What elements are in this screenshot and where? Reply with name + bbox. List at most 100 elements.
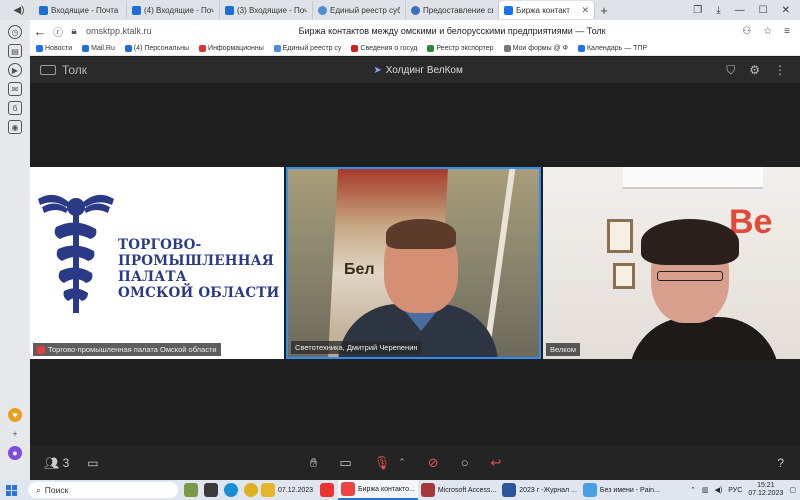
taskbar-item[interactable]: Microsoft Access...	[418, 480, 499, 500]
chrome-browser-icon[interactable]	[244, 483, 258, 497]
tray-chevron-icon[interactable]: ⌃	[690, 486, 696, 494]
bookmark-item[interactable]: Mail.Ru	[82, 45, 115, 52]
settings-gear-icon[interactable]: ⚙	[749, 63, 760, 78]
notes-icon[interactable]: б	[8, 101, 22, 115]
windows-start-icon[interactable]	[0, 480, 22, 500]
bookmarks-icon[interactable]: ▤	[8, 44, 22, 58]
browser-tab[interactable]: (4) Входящие - Почт	[127, 1, 220, 19]
browser-tab[interactable]: Предоставление све	[406, 1, 499, 19]
lock-icon[interactable]: 🔒︎	[66, 26, 82, 37]
participant-tile-active-speaker[interactable]: Бел Светотехника, Дмитрий Черепенин	[286, 167, 541, 359]
access-icon	[420, 483, 435, 497]
conference-header: Толк ➤ Холдинг ВелКом ⛉ ⚙ ⋮	[30, 57, 800, 83]
tab-label: Единый реестр субъ	[330, 5, 400, 15]
participant-name-label: Торгово-промышленная палата Омской облас…	[33, 343, 221, 356]
paint-icon	[582, 483, 597, 497]
task-view-icon[interactable]	[204, 483, 218, 497]
folder-icon	[261, 483, 275, 497]
download-icon[interactable]: ⤓	[716, 5, 720, 16]
taskbar-item[interactable]: Без имени - Pain...	[580, 480, 663, 500]
edge-browser-icon[interactable]	[224, 483, 238, 497]
bookmark-star-icon[interactable]: ☆	[763, 26, 772, 37]
news-widget-icon[interactable]	[184, 483, 198, 497]
bookmark-item[interactable]: (4) Персональны	[124, 45, 189, 52]
play-icon[interactable]: ▶	[8, 63, 22, 77]
chat-bubble-icon[interactable]: ▭	[87, 456, 98, 470]
bookmark-item[interactable]: Календарь — ТПР	[577, 45, 647, 52]
video-conference-app: Толк ➤ Холдинг ВелКом ⛉ ⚙ ⋮ ТОРГОВО- ПРО…	[30, 57, 800, 480]
new-tab-button[interactable]: +	[595, 3, 613, 18]
network-icon[interactable]: ▥	[702, 486, 709, 494]
participant-tile[interactable]: Be Велком	[543, 167, 800, 359]
alice-assistant-icon[interactable]: ●	[8, 446, 22, 460]
system-tray: ⌃ ▥ ◀) РУС 15:21 07.12.2023 ▢	[690, 480, 796, 500]
close-window-icon[interactable]: ✕	[782, 5, 790, 16]
bookmark-item[interactable]: Мои формы @ Ф	[503, 45, 568, 52]
mail-favicon-icon	[39, 5, 48, 15]
bookmark-item[interactable]: Новости	[36, 45, 72, 52]
tab-label: (4) Входящие - Почт	[144, 5, 214, 15]
close-tab-icon[interactable]: ✕	[581, 5, 589, 16]
windows-taskbar: ⌕ Поиск 07.12.2023 Биржа контакто... Mic…	[0, 480, 800, 500]
notifications-icon[interactable]: ▢	[789, 486, 796, 494]
maximize-icon[interactable]: ☐	[759, 5, 768, 16]
app-brand[interactable]: Толк	[30, 63, 230, 77]
bookmark-item[interactable]: Единый реестр су	[273, 45, 341, 52]
camera-icon[interactable]: ◉	[8, 120, 22, 134]
bookmark-item[interactable]: Реестр экспортер	[427, 45, 494, 52]
microphone-off-icon[interactable]: 🎙︎	[374, 455, 391, 471]
room-title: ➤ Холдинг ВелКом	[373, 64, 463, 76]
participant-glasses	[657, 271, 723, 281]
help-button[interactable]: ?	[777, 456, 800, 470]
bookmark-favicon-icon	[427, 45, 435, 52]
camera-logo-icon	[40, 65, 56, 75]
record-icon[interactable]: ○	[461, 455, 469, 470]
word-icon	[502, 483, 517, 497]
taskbar-item-active[interactable]: Биржа контакто...	[338, 480, 418, 500]
bookmark-favicon-icon	[577, 45, 585, 52]
input-language[interactable]: РУС	[728, 487, 742, 494]
wall-certificate	[613, 263, 635, 289]
security-shield-icon[interactable]: ⛉	[726, 63, 735, 78]
bookmark-manager-icon[interactable]: ❐	[693, 5, 702, 16]
volume-icon[interactable]: ◀)	[715, 486, 723, 494]
taskbar-item[interactable]: 07.12.2023	[258, 480, 316, 500]
browser-tab-active[interactable]: Биржа контакт ✕	[499, 1, 595, 19]
minimize-icon[interactable]: —	[735, 5, 745, 16]
microphone-options-chevron-icon[interactable]: ⌃	[398, 457, 406, 468]
alice-sidebar-icon[interactable]: ♥	[8, 408, 22, 422]
mail-icon[interactable]: ✉	[8, 82, 22, 96]
window-controls: ❐ ⤓ — ☐ ✕	[693, 0, 800, 20]
bookmark-favicon-icon	[124, 45, 132, 52]
leave-call-icon[interactable]: ↩	[491, 455, 502, 471]
mail-favicon-icon	[225, 5, 234, 15]
menu-icon[interactable]: ≡	[784, 26, 790, 37]
raise-hand-icon[interactable]: ✋︎	[310, 455, 317, 471]
search-icon: ⌕	[36, 484, 41, 495]
bookmark-favicon-icon	[503, 45, 511, 52]
taskbar-item[interactable]: 2023 г -Журнал ...	[499, 480, 580, 500]
browser-tab[interactable]: Входящие - Почта M	[34, 1, 127, 19]
clock-icon[interactable]: ◷	[8, 25, 22, 39]
globe-favicon-icon	[411, 5, 420, 15]
yandex-icon[interactable]	[320, 483, 335, 497]
screen-share-icon[interactable]: ▭	[339, 455, 351, 471]
more-options-icon[interactable]: ⋮	[774, 63, 786, 78]
protect-icon[interactable]: ⓡ	[50, 24, 66, 39]
browser-tab[interactable]: (3) Входящие - Почт	[220, 1, 313, 19]
bookmark-item[interactable]: Сведения о госуд	[351, 45, 417, 52]
add-icon[interactable]: +	[8, 427, 22, 441]
participants-button[interactable]: 👥︎ 3	[44, 456, 69, 470]
participant-name-label: Велком	[546, 343, 580, 356]
bookmark-item[interactable]: Информационны	[199, 45, 264, 52]
taskbar-search[interactable]: ⌕ Поиск	[28, 482, 178, 498]
url-field[interactable]: omsktpp.ktalk.ru	[82, 26, 222, 36]
clock[interactable]: 15:21 07.12.2023	[748, 482, 783, 498]
extensions-icon[interactable]: ⚇	[742, 26, 751, 37]
participant-tile[interactable]: ТОРГОВО- ПРОМЫШЛЕННАЯ ПАЛАТА ОМСКОЙ ОБЛА…	[30, 167, 284, 359]
speaker-icon[interactable]: ◀)	[4, 2, 34, 18]
browser-tab[interactable]: Единый реестр субъ	[313, 1, 406, 19]
camera-off-icon[interactable]: ⊘	[428, 455, 439, 471]
browser-sidebar: ◷ ▤ ▶ ✉ б ◉ ♥ + ●	[0, 20, 30, 480]
back-icon[interactable]: ←	[30, 24, 50, 39]
